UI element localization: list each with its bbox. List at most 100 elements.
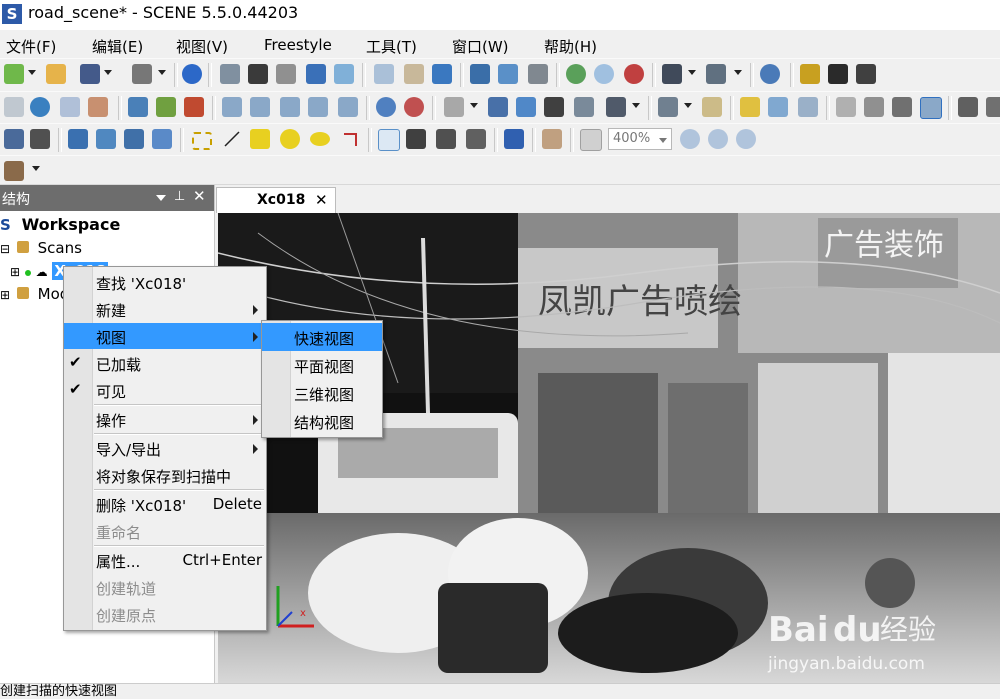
dots-small-icon[interactable] [836,97,856,117]
menu-item-view[interactable]: 视图 [64,323,266,349]
settings-icon[interactable] [220,64,240,84]
3d-view-icon[interactable] [248,64,268,84]
planar-view-icon[interactable] [276,64,296,84]
chevron-down-icon[interactable] [158,70,166,75]
print-icon[interactable] [132,64,152,84]
new-icon[interactable] [4,64,24,84]
dots-large-icon[interactable] [892,97,912,117]
submenu-item-structure-view[interactable]: 结构视图 [262,407,382,435]
grid-dense-icon[interactable] [958,97,978,117]
report-icon[interactable] [498,64,518,84]
chevron-down-icon[interactable] [28,70,36,75]
line-measure-icon[interactable] [856,64,876,84]
tab-xc018[interactable]: Xc018 ✕ [216,187,336,213]
hand-icon[interactable] [88,97,108,117]
cube-iso-icon[interactable] [308,97,328,117]
cube-top-icon[interactable] [280,97,300,117]
ellipse-icon[interactable] [310,132,330,146]
chevron-down-icon[interactable] [688,70,696,75]
move-icon[interactable] [156,97,176,117]
zoom-in-icon[interactable] [708,129,728,149]
select-icon[interactable] [4,129,24,149]
copy-icon[interactable] [374,64,394,84]
menu-view[interactable]: 视图(V) [176,36,228,57]
menu-item-create-track[interactable]: 创建轨道 [64,574,266,600]
polygon-icon[interactable] [250,129,270,149]
note-icon[interactable] [702,97,722,117]
export-icon[interactable] [544,97,564,117]
scan-view-icon[interactable] [4,161,24,181]
close-icon[interactable]: ✕ [193,187,206,205]
ruler-icon[interactable] [800,64,820,84]
filter-icon[interactable] [528,64,548,84]
help-icon[interactable] [182,64,202,84]
flag-blue-icon[interactable] [768,97,788,117]
corner-icon[interactable] [340,129,360,149]
chevron-down-icon[interactable] [156,195,166,201]
menu-file[interactable]: 文件(F) [6,36,56,57]
cube-front-icon[interactable] [222,97,242,117]
stack-icon[interactable] [124,129,144,149]
chevron-down-icon[interactable] [684,103,692,108]
rect-select-icon[interactable] [192,132,212,150]
tree-workspace[interactable]: S Workspace [0,215,120,234]
menu-item-import-export[interactable]: 导入/导出 [64,435,266,461]
menu-item-save-objects[interactable]: 将对象保存到扫描中 [64,462,266,488]
zoom-out-icon[interactable] [680,129,700,149]
menu-help[interactable]: 帮助(H) [544,36,597,57]
circle-icon[interactable] [280,129,300,149]
chevron-down-icon[interactable] [734,70,742,75]
menu-item-rename[interactable]: 重命名 [64,518,266,544]
globe-select-icon[interactable] [30,97,50,117]
scan-viewport[interactable]: 凤凯广告喷绘 广告装饰 Bai du 经验 jingyan.baidu.com [218,213,1000,683]
scissors-icon[interactable] [504,129,524,149]
target-icon[interactable] [404,97,424,117]
menu-item-delete[interactable]: 删除 'Xc018' Delete [64,491,266,517]
line-icon[interactable] [222,129,242,149]
rotate-icon[interactable] [68,129,88,149]
menu-item-loaded[interactable]: ✔ 已加载 [64,350,266,376]
cube-back-icon[interactable] [338,97,358,117]
redo-icon[interactable] [184,97,204,117]
menu-item-create-origin[interactable]: 创建原点 [64,601,266,627]
close-icon[interactable]: ✕ [315,191,328,209]
pin-icon[interactable]: ⊥ [174,189,185,204]
menu-item-properties[interactable]: 属性... Ctrl+Enter [64,547,266,573]
fit-window-icon[interactable] [580,129,602,151]
register-icon[interactable] [404,64,424,84]
menu-item-operations[interactable]: 操作 [64,406,266,432]
clip-icon[interactable] [606,97,626,117]
submenu-item-planar-view[interactable]: 平面视图 [262,351,382,379]
zoom-select[interactable]: 400% [608,128,672,150]
cloud-icon[interactable] [594,64,614,84]
image-icon[interactable] [334,64,354,84]
menu-window[interactable]: 窗口(W) [452,36,509,57]
cube-side-icon[interactable] [250,97,270,117]
submenu-item-quick-view[interactable]: 快速视图 [262,323,382,351]
flag-list-icon[interactable] [798,97,818,117]
submenu-item-3d-view[interactable]: 三维视图 [262,379,382,407]
globe-icon[interactable] [760,64,780,84]
flag-icon[interactable] [740,97,760,117]
tree-models[interactable]: ⊞ Mod [0,285,69,303]
dots-medium-icon[interactable] [864,97,884,117]
menu-freestyle[interactable]: Freestyle [264,36,332,54]
picture-icon[interactable] [574,97,594,117]
camera-move-icon[interactable] [488,97,508,117]
object-icon[interactable] [662,64,682,84]
save-icon[interactable] [80,64,100,84]
calendar-icon[interactable] [470,64,490,84]
chevron-down-icon[interactable] [470,103,478,108]
menu-item-find[interactable]: 查找 'Xc018' [64,269,266,295]
pattern-icon[interactable] [30,129,50,149]
download-icon[interactable] [432,64,452,84]
camera-icon[interactable] [444,97,464,117]
open-icon[interactable] [46,64,66,84]
box-multi-icon[interactable] [406,129,426,149]
camera-pan-icon[interactable] [516,97,536,117]
menu-item-visible[interactable]: ✔ 可见 [64,377,266,403]
box-icon[interactable] [378,129,400,151]
box-intersect-icon[interactable] [466,129,486,149]
grid-full-icon[interactable] [986,97,1000,117]
zoom-fit-icon[interactable] [376,97,396,117]
